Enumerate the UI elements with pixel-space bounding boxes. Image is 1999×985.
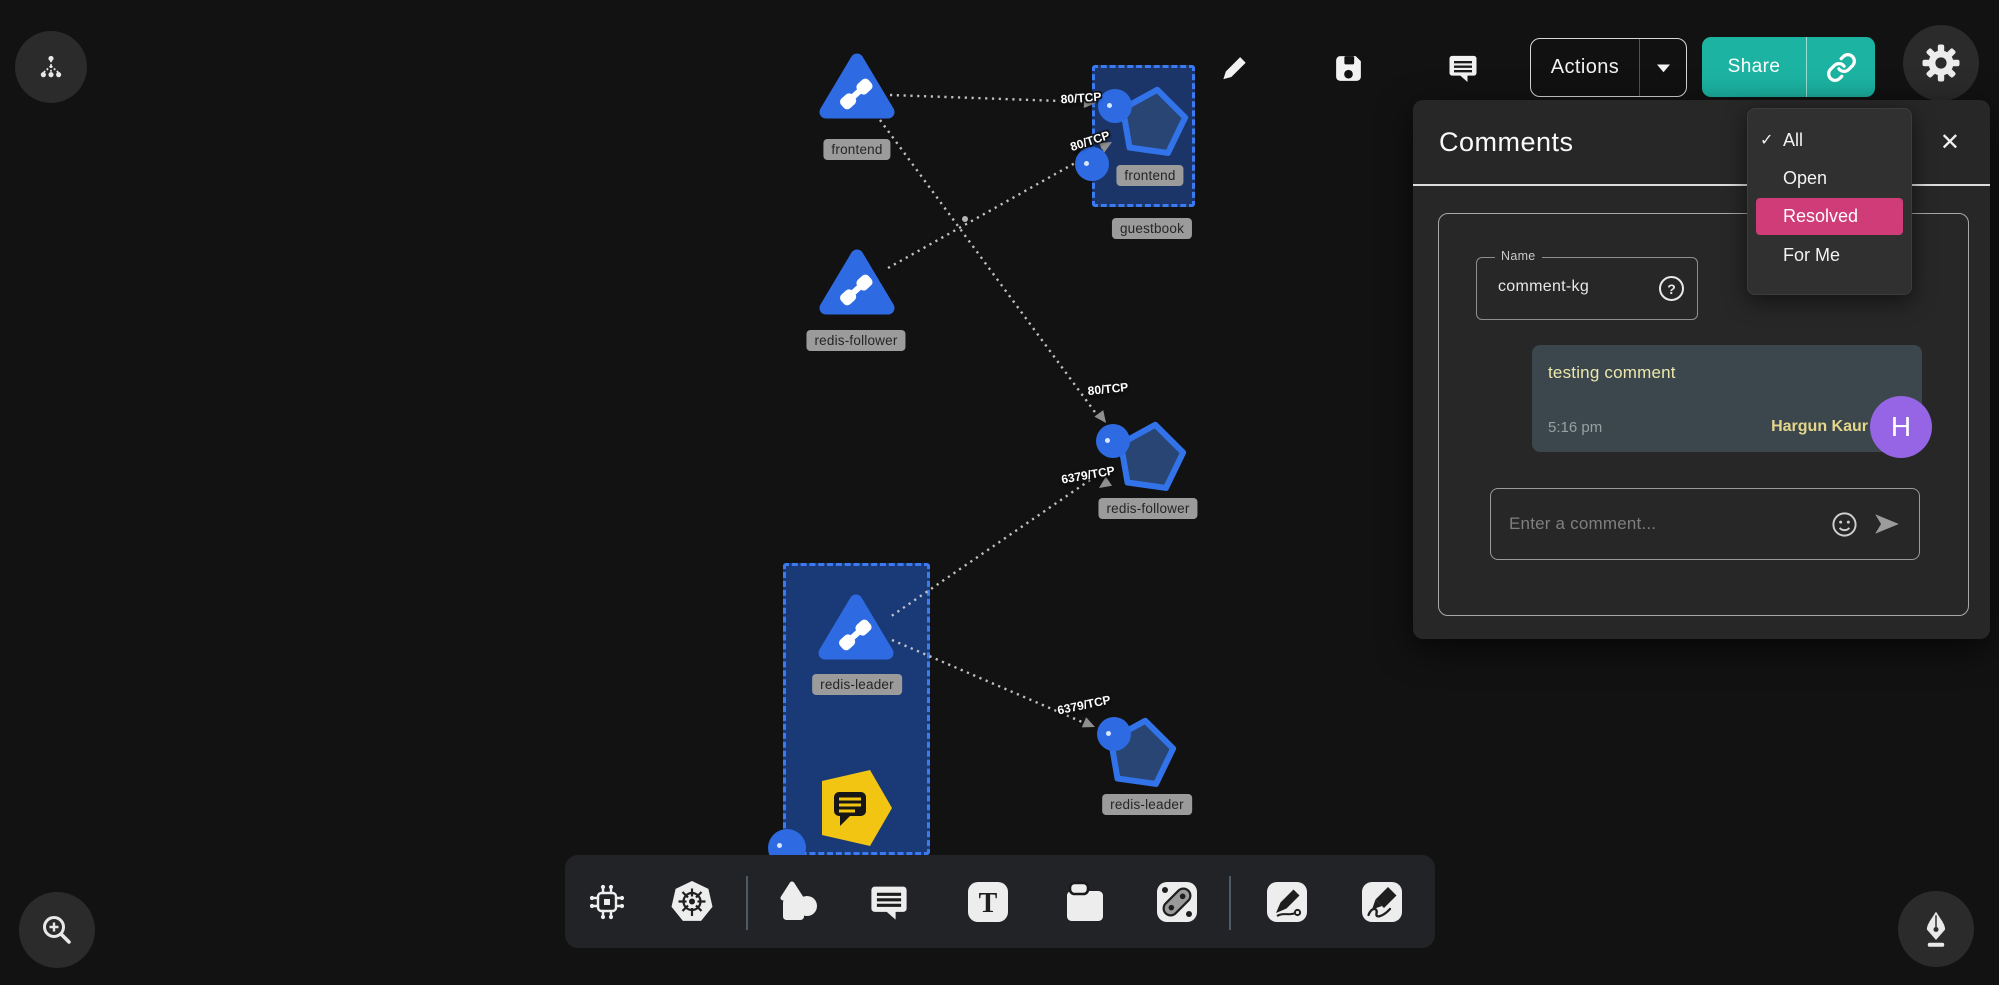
filter-option-all[interactable]: ✓ All bbox=[1748, 121, 1911, 159]
kubernetes-icon bbox=[669, 879, 715, 925]
node-redis-leader-service[interactable] bbox=[817, 591, 895, 665]
panel-title: Comments bbox=[1439, 127, 1574, 158]
label-redis-leader-service: redis-leader bbox=[812, 674, 902, 695]
actions-label: Actions bbox=[1531, 56, 1639, 79]
svg-text:T: T bbox=[979, 888, 998, 919]
scribble-pencil-icon bbox=[1359, 879, 1405, 925]
frame-icon bbox=[1062, 879, 1108, 925]
comment-marker[interactable] bbox=[820, 768, 894, 848]
edge-label-6379tcp-1: 6379/TCP bbox=[1060, 463, 1116, 486]
filter-option-open[interactable]: Open bbox=[1748, 159, 1911, 197]
filter-option-label: For Me bbox=[1783, 245, 1840, 266]
label-guestbook-pod: frontend bbox=[1116, 165, 1183, 186]
hierarchy-view-button[interactable] bbox=[15, 31, 87, 103]
comment-icon bbox=[1445, 50, 1481, 86]
port-redis-follower-80[interactable] bbox=[1096, 424, 1130, 458]
pen-tool-button[interactable] bbox=[1263, 878, 1311, 926]
connector-tool-button[interactable] bbox=[1153, 878, 1201, 926]
zoom-in-icon bbox=[36, 909, 78, 951]
node-redis-follower-service[interactable] bbox=[818, 246, 896, 320]
check-icon: ✓ bbox=[1760, 130, 1773, 150]
copy-link-button[interactable] bbox=[1807, 52, 1875, 83]
actions-button[interactable]: Actions bbox=[1530, 38, 1687, 97]
comment-timestamp: 5:16 pm bbox=[1548, 419, 1602, 436]
filter-option-for-me[interactable]: For Me bbox=[1748, 236, 1911, 274]
label-redis-follower-service: redis-follower bbox=[806, 330, 905, 351]
toolbar-divider bbox=[1229, 876, 1231, 930]
label-redis-leader-pod: redis-leader bbox=[1102, 794, 1192, 815]
save-button[interactable] bbox=[1330, 50, 1366, 86]
label-guestbook-group: guestbook bbox=[1112, 218, 1192, 239]
resources-tool-button[interactable] bbox=[583, 878, 631, 926]
pencil-icon bbox=[1217, 51, 1251, 85]
shapes-tool-button[interactable] bbox=[774, 878, 822, 926]
comment-input[interactable]: Enter a comment... bbox=[1490, 488, 1920, 560]
share-label: Share bbox=[1702, 56, 1806, 78]
help-icon[interactable]: ? bbox=[1659, 276, 1684, 301]
draw-tool-button[interactable] bbox=[1358, 878, 1406, 926]
filter-option-resolved[interactable]: Resolved bbox=[1756, 198, 1903, 235]
share-button[interactable]: Share bbox=[1702, 37, 1875, 97]
node-redis-follower-pod[interactable] bbox=[1114, 416, 1188, 494]
comment-name-field[interactable]: Name comment-kg ? bbox=[1476, 257, 1698, 320]
port-guestbook-80b[interactable] bbox=[1075, 147, 1109, 181]
kubernetes-tool-button[interactable] bbox=[668, 878, 716, 926]
comments-filter-menu: ✓ All Open Resolved For Me bbox=[1747, 108, 1912, 295]
avatar: H bbox=[1870, 396, 1932, 458]
name-field-value: comment-kg bbox=[1498, 278, 1589, 296]
chain-link-icon bbox=[1154, 879, 1200, 925]
shapes-icon bbox=[775, 879, 821, 925]
comment-author: Hargun Kaur bbox=[1771, 418, 1868, 436]
chip-icon bbox=[584, 879, 630, 925]
pen-mode-button[interactable] bbox=[1898, 891, 1974, 967]
port-guestbook-80[interactable] bbox=[1098, 89, 1132, 123]
gear-icon bbox=[1921, 43, 1961, 83]
pen-icon bbox=[1264, 879, 1310, 925]
zoom-button[interactable] bbox=[19, 892, 95, 968]
toolbar-divider bbox=[746, 876, 748, 930]
text-tool-button[interactable]: T bbox=[964, 878, 1012, 926]
frame-tool-button[interactable] bbox=[1061, 878, 1109, 926]
name-field-label: Name bbox=[1495, 249, 1542, 263]
settings-button[interactable] bbox=[1903, 25, 1979, 101]
send-icon[interactable] bbox=[1873, 512, 1901, 536]
comment-input-placeholder: Enter a comment... bbox=[1509, 514, 1816, 534]
save-icon bbox=[1332, 52, 1365, 85]
comment-icon bbox=[867, 880, 911, 924]
edge-label-80tcp-3: 80/TCP bbox=[1087, 380, 1129, 398]
hierarchy-tree-icon bbox=[30, 46, 72, 88]
comment-tool-button[interactable] bbox=[865, 878, 913, 926]
edge-label-80tcp-1: 80/TCP bbox=[1060, 90, 1102, 107]
close-icon[interactable]: ✕ bbox=[1940, 128, 1960, 157]
node-frontend-service[interactable] bbox=[818, 50, 896, 124]
label-frontend-service: frontend bbox=[823, 139, 890, 160]
text-icon: T bbox=[965, 879, 1011, 925]
filter-option-label: All bbox=[1783, 130, 1803, 151]
fountain-pen-icon bbox=[1915, 908, 1957, 950]
edit-button[interactable] bbox=[1216, 50, 1252, 86]
label-redis-follower-pod: redis-follower bbox=[1098, 498, 1197, 519]
actions-dropdown-toggle[interactable] bbox=[1640, 63, 1686, 73]
comments-toggle-button[interactable] bbox=[1444, 49, 1482, 87]
comment-text: testing comment bbox=[1548, 363, 1906, 383]
filter-option-label: Resolved bbox=[1783, 206, 1858, 227]
port-redis-leader-6379[interactable] bbox=[1097, 717, 1131, 751]
filter-option-label: Open bbox=[1783, 168, 1827, 189]
comment-item[interactable]: testing comment 5:16 pm Hargun Kaur bbox=[1532, 345, 1922, 452]
emoji-icon[interactable] bbox=[1830, 510, 1859, 539]
link-icon bbox=[1826, 52, 1857, 83]
chevron-down-icon bbox=[1656, 63, 1671, 73]
